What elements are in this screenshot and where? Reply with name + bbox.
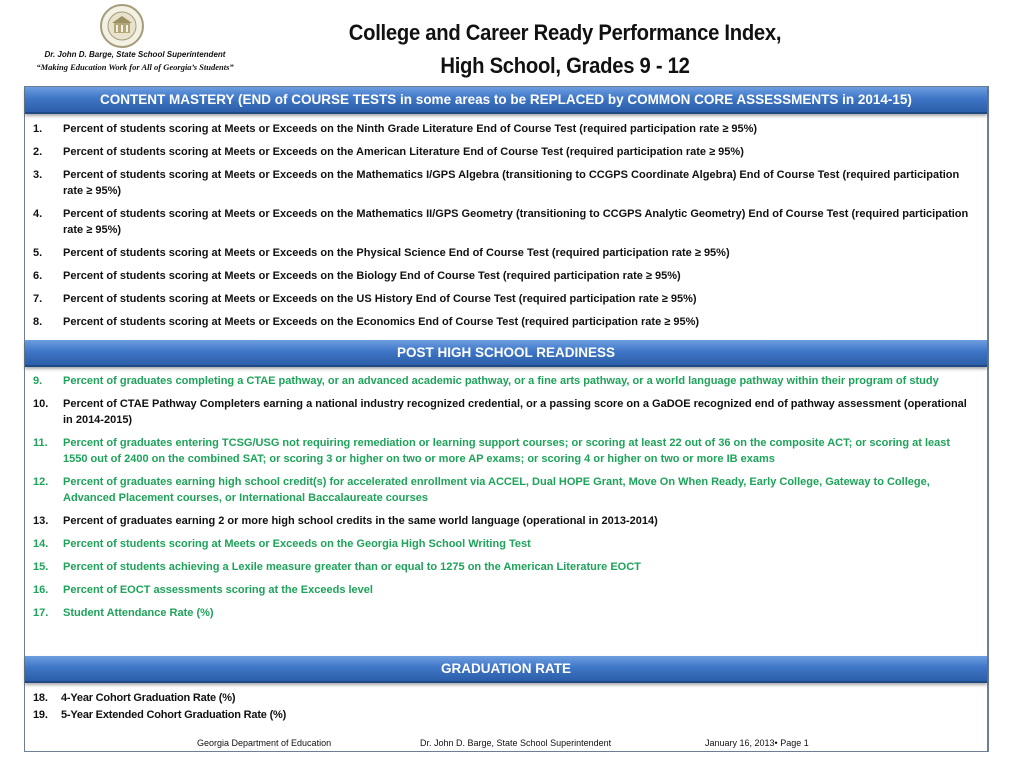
indicator-item: 17. Student Attendance Rate (%) [33,605,977,621]
indicator-text: Percent of students scoring at Meets or … [63,538,531,550]
section-heading-content-mastery: CONTENT MASTERY (END of COURSE TESTS in … [25,87,987,114]
indicator-text: Percent of EOCT assessments scoring at t… [63,584,373,596]
indicator-item: 16. Percent of EOCT assessments scoring a… [33,582,977,598]
title-line-1: College and Career Ready Performance Ind… [348,20,782,45]
indicator-item: 5. Percent of students scoring at Meets o… [33,245,977,261]
indicator-item: 3. Percent of students scoring at Meets o… [33,167,977,199]
indicator-number: 11. [33,437,48,449]
indicator-text: Percent of graduates earning 2 or more h… [63,515,658,527]
superintendent-name: Dr. John D. Barge, State School Superint… [44,50,226,59]
indicator-number: 5. [33,247,43,259]
indicator-text: Percent of students scoring at Meets or … [63,123,758,135]
indicator-item: 1. Percent of students scoring at Meets o… [33,121,977,137]
footer-date-page: January 16, 2013• Page 1 [705,738,809,748]
indicator-item: 6. Percent of students scoring at Meets o… [33,268,977,284]
indicator-text: Percent of students scoring at Meets or … [63,169,960,197]
post-high-school-readiness-list: 9. Percent of graduates completing a CTAE… [25,373,987,628]
graduation-rate-list: 18. 4-Year Cohort Graduation Rate (%) 19. 5… [25,690,987,724]
indicator-item: 8. Percent of students scoring at Meets o… [33,314,977,330]
indicator-number: 12. [33,476,49,488]
indicator-number: 9. [33,375,43,387]
indicator-number: 7. [33,293,43,305]
indicator-number: 8. [33,316,43,328]
section-heading-graduation-rate: GRADUATION RATE [25,656,987,683]
indicator-item: 4. Percent of students scoring at Meets o… [33,206,977,238]
motto: “Making Education Work for All of Georgi… [36,62,234,72]
indicator-text: Percent of students scoring at Meets or … [63,146,744,158]
section-heading-post-high-school-readiness: POST HIGH SCHOOL READINESS [25,340,987,367]
indicator-item: 2. Percent of students scoring at Meets o… [33,144,977,160]
indicator-number: 14. [33,538,49,550]
indicator-number: 15. [33,561,49,573]
indicator-text: Student Attendance Rate (%) [63,607,214,619]
header-logo-block: Dr. John D. Barge, State School Superint… [0,0,270,80]
indicator-number: 1. [33,123,43,135]
indicator-number: 18. [33,692,48,704]
indicator-text: Percent of graduates entering TCSG/USG n… [63,437,951,465]
indicator-text: Percent of CTAE Pathway Completers earni… [63,398,967,426]
content-mastery-list: 1. Percent of students scoring at Meets o… [25,121,987,337]
indicator-number: 19. [33,709,48,721]
page-title: College and Career Ready Performance Ind… [294,16,837,82]
indicator-item: 14. Percent of students scoring at Meets … [33,536,977,552]
indicator-number: 17. [33,607,49,619]
indicator-text: Percent of students scoring at Meets or … [63,270,681,282]
indicator-number: 16. [33,584,49,596]
department-seal-icon [100,4,144,48]
indicator-text: Percent of graduates completing a CTAE p… [63,375,939,387]
indicator-item: 12. Percent of graduates earning high sch… [33,474,977,506]
indicator-text: Percent of students scoring at Meets or … [63,247,730,259]
indicator-number: 6. [33,270,43,282]
indicator-number: 10. [33,398,49,410]
indicator-number: 13. [33,515,49,527]
indicator-number: 4. [33,208,43,220]
indicator-item: 18. 4-Year Cohort Graduation Rate (%) [33,690,977,706]
indicator-item: 7. Percent of students scoring at Meets o… [33,291,977,307]
indicator-item: 11. Percent of graduates entering TCSG/US… [33,435,977,467]
indicator-number: 3. [33,169,43,181]
indicator-text: 4-Year Cohort Graduation Rate (%) [61,692,236,704]
indicator-text: Percent of students achieving a Lexile m… [63,561,641,573]
indicator-number: 2. [33,146,43,158]
footer-superintendent: Dr. John D. Barge, State School Superint… [420,738,612,748]
indicator-item: 19. 5-Year Extended Cohort Graduation Rat… [33,707,977,723]
indicator-item: 10. Percent of CTAE Pathway Completers ea… [33,396,977,428]
indicator-item: 13. Percent of graduates earning 2 or mor… [33,513,977,529]
indicator-text: Percent of students scoring at Meets or … [63,208,969,236]
indicator-text: 5-Year Extended Cohort Graduation Rate (… [61,709,287,721]
title-line-2: High School, Grades 9 - 12 [440,53,690,78]
indicator-item: 9. Percent of graduates completing a CTAE… [33,373,977,389]
indicator-text: Percent of students scoring at Meets or … [63,316,700,328]
footer-org: Georgia Department of Education [197,738,332,748]
indicator-text: Percent of students scoring at Meets or … [63,293,697,305]
index-frame: CONTENT MASTERY (END of COURSE TESTS in … [24,86,989,752]
indicator-text: Percent of graduates earning high school… [63,476,930,504]
indicator-item: 15. Percent of students achieving a Lexil… [33,559,977,575]
